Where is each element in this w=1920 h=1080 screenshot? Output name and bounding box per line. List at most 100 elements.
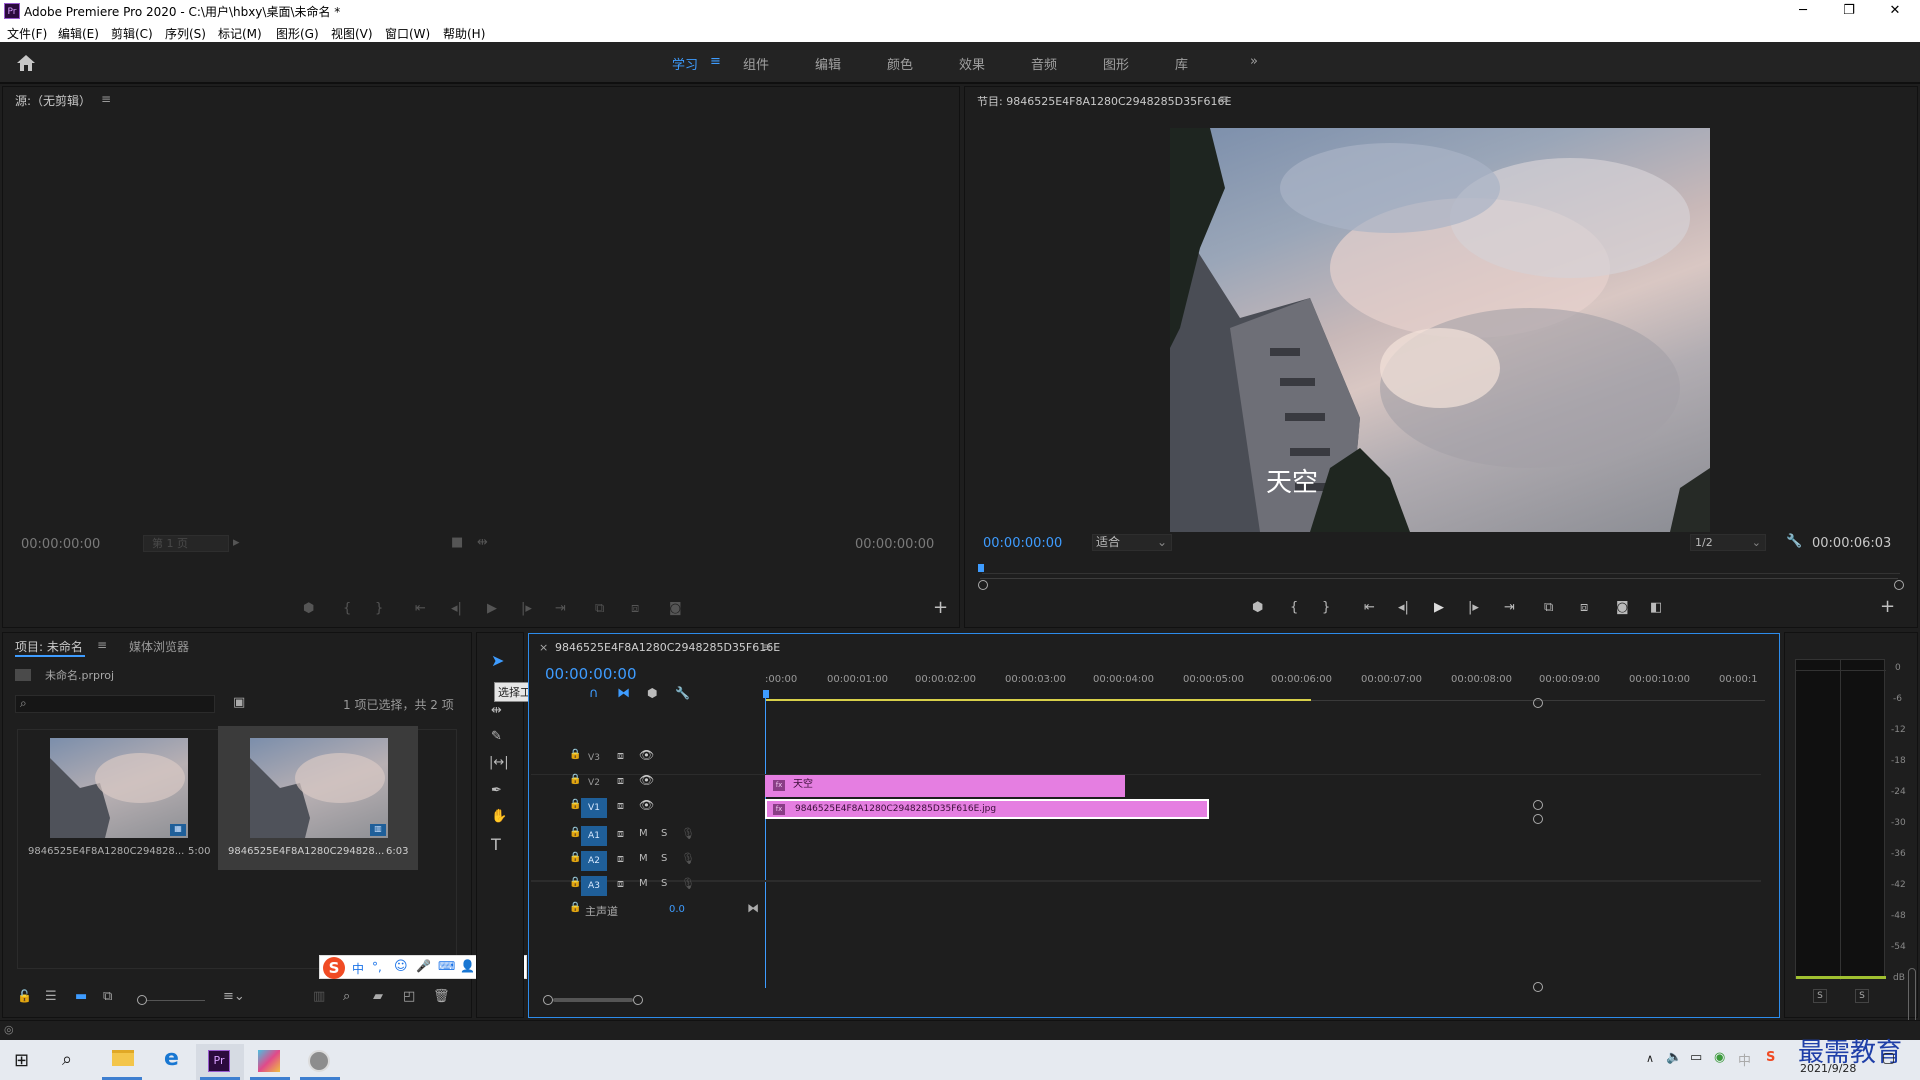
freeform-view-icon[interactable]: ⧉	[103, 989, 112, 1004]
sort-icon[interactable]: ≡⌄	[223, 989, 245, 1004]
menu-graphics[interactable]: 图形(G)	[276, 25, 319, 42]
microphone-icon[interactable]: 🎙	[681, 877, 695, 890]
sync-lock-icon[interactable]: ⧈	[617, 799, 624, 813]
minimize-button[interactable]: ─	[1780, 0, 1826, 22]
zoom-handle-left[interactable]	[978, 580, 988, 590]
menu-sequence[interactable]: 序列(S)	[165, 25, 206, 42]
source-go-in-icon[interactable]: ⇤	[415, 601, 426, 616]
tab-graphics[interactable]: 图形	[1103, 54, 1129, 73]
source-insert-button-icon[interactable]: ⧉	[595, 601, 604, 616]
tab-libraries[interactable]: 库	[1175, 54, 1188, 73]
play-icon[interactable]: ▶	[1434, 600, 1444, 615]
overflow-icon[interactable]: »	[1250, 54, 1258, 69]
lock-icon[interactable]: 🔒	[569, 774, 581, 785]
ime-keyboard-icon[interactable]: ⌨	[438, 959, 455, 973]
master-volume-value[interactable]: 0.0	[669, 904, 685, 915]
sequence-menu-icon[interactable]: ≡	[761, 640, 771, 654]
source-menu-icon[interactable]: ≡	[101, 92, 111, 106]
project-item-selected[interactable]: ▥ 9846525E4F8A1280C294828... 6:03	[218, 726, 418, 870]
clear-icon[interactable]: 🗑	[433, 989, 450, 1004]
solo-button[interactable]: S	[661, 878, 667, 889]
tab-color[interactable]: 颜色	[887, 54, 913, 73]
clip-title[interactable]: fx 天空	[765, 775, 1125, 797]
source-insert-icon[interactable]: ■	[451, 535, 463, 550]
marker-icon[interactable]: ⬢	[1252, 600, 1263, 615]
menu-clip[interactable]: 剪辑(C)	[111, 25, 153, 42]
sync-lock-icon[interactable]: ⧈	[617, 827, 624, 841]
mute-button[interactable]: M	[639, 878, 648, 889]
source-next-page-icon[interactable]: ▸	[233, 535, 240, 550]
go-to-in-icon[interactable]: ⇤	[1364, 600, 1375, 615]
source-step-back-icon[interactable]: ◂|	[451, 601, 462, 616]
source-timecode-left[interactable]: 00:00:00:00	[21, 537, 100, 552]
lock-icon[interactable]: 🔒	[569, 852, 581, 863]
track-target-v3[interactable]: V3	[581, 748, 607, 768]
tab-effects[interactable]: 效果	[959, 54, 985, 73]
icon-view-icon[interactable]: ▬	[75, 989, 87, 1004]
find-icon[interactable]: ⌕	[343, 989, 350, 1004]
hscroll-handle-right[interactable]	[633, 995, 643, 1005]
wrench-icon[interactable]: 🔧	[1786, 534, 1802, 549]
track-target-a3[interactable]: A3	[581, 876, 607, 896]
taskbar-search-icon[interactable]: ⌕	[62, 1049, 72, 1070]
selection-tool-icon[interactable]: ➤	[491, 651, 504, 670]
ripple-edit-tool-icon[interactable]: ⇹	[491, 703, 502, 718]
solo-button[interactable]: S	[661, 828, 667, 839]
program-timecode[interactable]: 00:00:00:00	[983, 536, 1062, 551]
hscroll-bar[interactable]	[553, 998, 633, 1002]
export-frame-icon[interactable]: ◙	[1616, 600, 1629, 615]
master-expand-icon[interactable]: ⧓	[747, 901, 759, 915]
source-step-forward-icon[interactable]: |▸	[521, 601, 532, 616]
vertical-zoom-handle[interactable]	[1533, 800, 1543, 810]
sogou-tray-icon[interactable]: S	[1766, 1050, 1775, 1065]
mark-out-icon[interactable]: }	[1322, 600, 1330, 615]
hscroll-handle-left[interactable]	[543, 995, 553, 1005]
windows-start-icon[interactable]: ⊞	[14, 1050, 29, 1071]
ime-voice-icon[interactable]: 🎤	[416, 959, 431, 973]
sync-lock-icon[interactable]: ⧈	[617, 877, 624, 891]
resolution-select[interactable]: 1/2 ⌄	[1690, 534, 1766, 551]
source-add-button-icon[interactable]: +	[933, 597, 948, 618]
lock-icon[interactable]: 🔒	[569, 799, 581, 810]
linked-selection-icon[interactable]: ⧓	[617, 686, 630, 701]
sync-lock-icon[interactable]: ⧈	[617, 852, 624, 866]
tab-editing[interactable]: 编辑	[815, 54, 841, 73]
close-button[interactable]: ✕	[1872, 0, 1918, 22]
lock-icon[interactable]: 🔒	[569, 902, 581, 913]
lock-icon[interactable]: 🔒	[569, 827, 581, 838]
menu-help[interactable]: 帮助(H)	[443, 25, 485, 42]
microphone-icon[interactable]: 🎙	[681, 852, 695, 865]
type-tool-icon[interactable]: T	[491, 835, 501, 854]
lift-icon[interactable]: ⧉	[1544, 600, 1553, 615]
razor-tool-icon[interactable]: ✎	[491, 729, 502, 744]
automate-sequence-icon[interactable]: ▥	[313, 989, 325, 1004]
ime-tray-icon[interactable]: 中	[1738, 1050, 1751, 1069]
restore-button[interactable]: ❐	[1826, 0, 1872, 22]
volume-icon[interactable]: 🔈	[1666, 1050, 1682, 1065]
tab-assembly[interactable]: 组件	[743, 54, 769, 73]
track-target-v1[interactable]: V1	[581, 798, 607, 818]
work-area-bar[interactable]	[765, 699, 1311, 701]
lock-icon[interactable]: 🔒	[569, 749, 581, 760]
mark-in-icon[interactable]: {	[1290, 600, 1298, 615]
source-marker-icon[interactable]: ⬢	[303, 601, 314, 616]
extract-icon[interactable]: ⧈	[1580, 600, 1588, 615]
program-add-button-icon[interactable]: +	[1880, 596, 1895, 617]
ime-user-icon[interactable]: 👤	[460, 959, 475, 973]
source-camera-icon[interactable]: ◙	[669, 601, 682, 616]
track-target-a1[interactable]: A1	[581, 826, 607, 846]
sogou-logo[interactable]: S	[323, 957, 345, 979]
clip-image-selected[interactable]: fx 9846525E4F8A1280C2948285D35F616E.jpg	[765, 799, 1209, 819]
source-overlay-icon[interactable]: ⇹	[477, 535, 488, 550]
new-bin-icon[interactable]: ▰	[373, 989, 383, 1004]
sequence-tab[interactable]: 9846525E4F8A1280C2948285D35F616E	[555, 641, 780, 654]
menu-marker[interactable]: 标记(M)	[218, 25, 262, 42]
source-play-icon[interactable]: ▶	[487, 601, 497, 616]
sync-lock-icon[interactable]: ⧈	[617, 774, 624, 788]
taskbar-avatar-app[interactable]	[296, 1044, 344, 1080]
program-scrubber[interactable]	[978, 562, 1904, 580]
slip-tool-icon[interactable]: |↔|	[489, 755, 509, 770]
new-item-icon[interactable]: ◰	[403, 989, 415, 1004]
source-mark-out-icon[interactable]: }	[375, 601, 383, 616]
network-icon[interactable]: ▭	[1690, 1050, 1702, 1065]
